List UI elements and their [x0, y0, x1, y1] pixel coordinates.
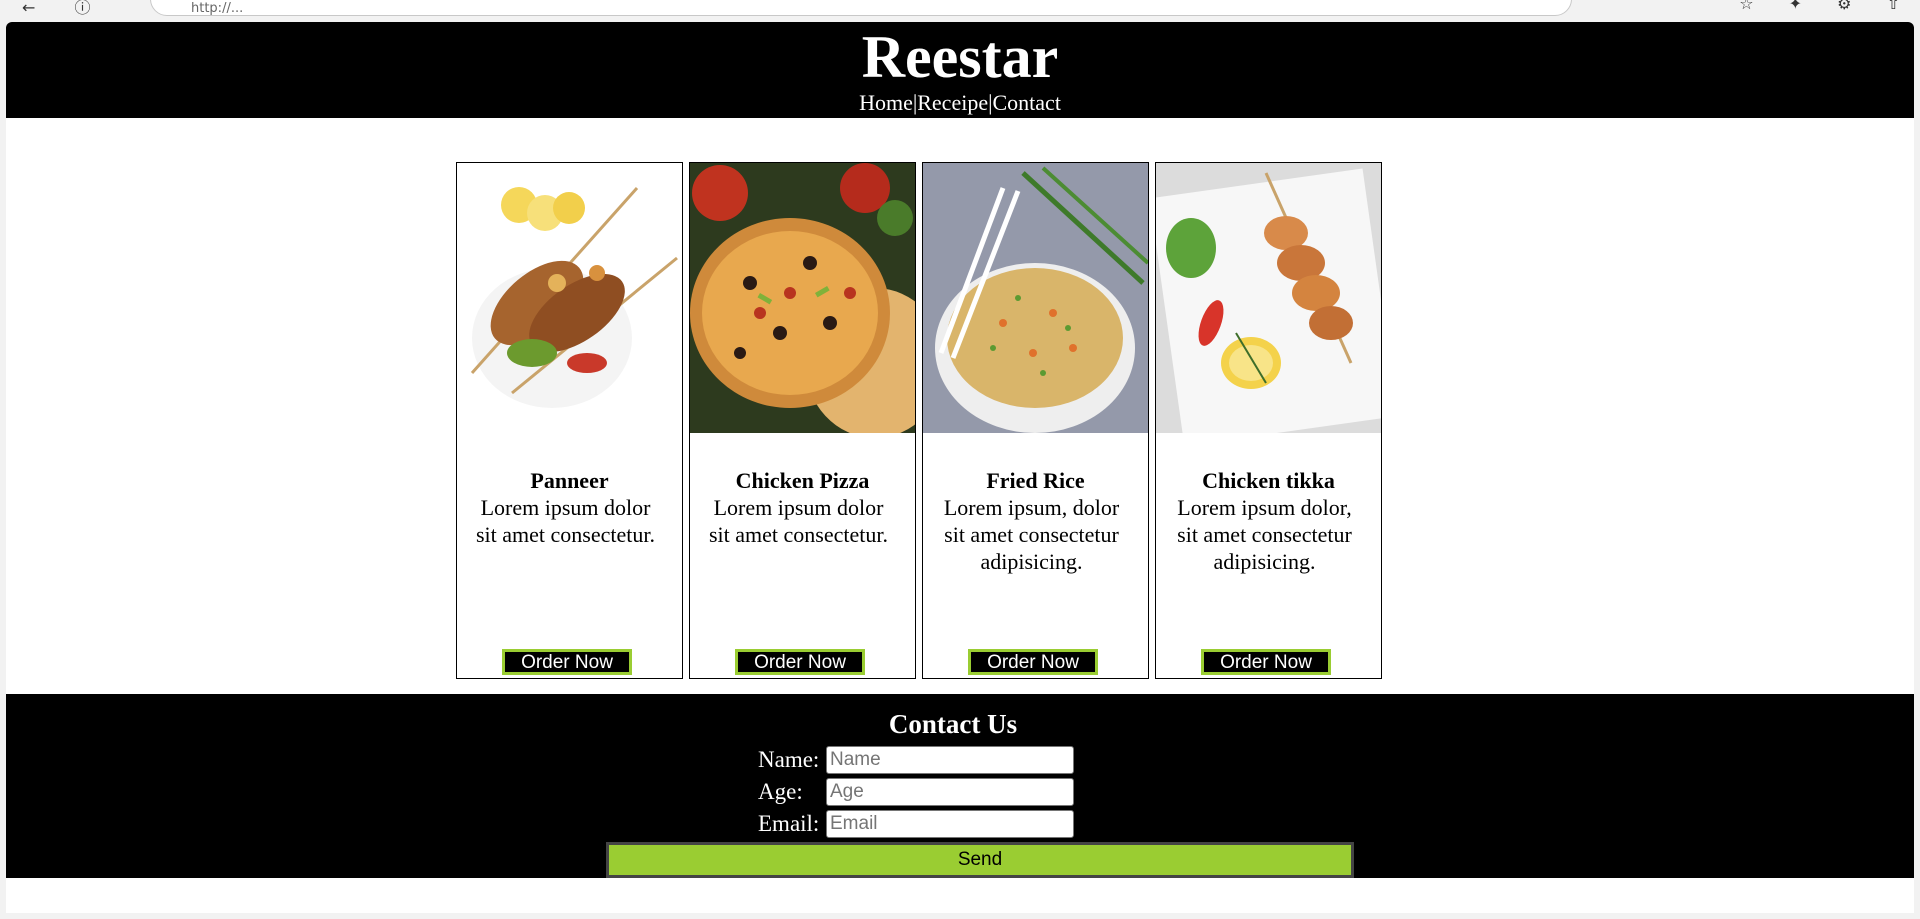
email-input[interactable] [826, 810, 1074, 838]
url-text: http://... [191, 1, 244, 16]
back-icon[interactable]: ← [22, 0, 35, 17]
extension-icon[interactable]: ✦ [1789, 0, 1802, 13]
site-title: Reestar [861, 24, 1059, 90]
pizza-image [690, 163, 915, 433]
order-now-button[interactable]: Order Now [502, 649, 632, 675]
bookmark-icon[interactable]: ☆ [1739, 0, 1753, 13]
browser-toolbar: ← ⓘ http://... ☆ ✦ ⚙ ⇧ [0, 0, 1920, 20]
card-title: Panneer [530, 468, 609, 493]
card-description: Lorem ipsum dolor sit amet consectetur. [476, 495, 655, 547]
info-icon[interactable]: ⓘ [75, 0, 91, 17]
address-bar[interactable]: http://... [150, 0, 1572, 16]
name-input[interactable] [826, 746, 1074, 774]
order-now-button[interactable]: Order Now [968, 649, 1098, 675]
age-input[interactable] [826, 778, 1074, 806]
paneer-skewers-image [457, 163, 682, 433]
email-label: Email: [758, 811, 820, 836]
fried-rice-image [923, 163, 1148, 433]
site-header: Reestar Home|Receipe|Contact [6, 22, 1914, 118]
web-page: Reestar Home|Receipe|Contact Panneer Lor… [6, 22, 1914, 913]
nav-receipe-link[interactable]: Receipe [917, 90, 988, 115]
order-now-button[interactable]: Order Now [1201, 649, 1331, 675]
card-title: Chicken tikka [1202, 468, 1335, 493]
card-title: Fried Rice [986, 468, 1085, 493]
nav-contact-link[interactable]: Contact [993, 90, 1061, 115]
card-description: Lorem ipsum, dolor sit amet consectetur … [943, 495, 1120, 574]
card-description: Lorem ipsum dolor, sit amet consectetur … [1177, 495, 1352, 574]
nav-home-link[interactable]: Home [859, 90, 913, 115]
menu-card: Fried Rice Lorem ipsum, dolor sit amet c… [922, 162, 1149, 679]
age-label: Age: [758, 779, 803, 804]
menu-card: Chicken tikka Lorem ipsum dolor, sit ame… [1155, 162, 1382, 679]
card-description: Lorem ipsum dolor sit amet consectetur. [709, 495, 888, 547]
settings-icon[interactable]: ⚙ [1837, 0, 1851, 13]
share-icon[interactable]: ⇧ [1887, 0, 1900, 13]
card-title: Chicken Pizza [735, 468, 870, 493]
menu-card: Chicken Pizza Lorem ipsum dolor sit amet… [689, 162, 916, 679]
menu-card: Panneer Lorem ipsum dolor sit amet conse… [456, 162, 683, 679]
site-nav: Home|Receipe|Contact [6, 90, 1914, 116]
name-label: Name: [758, 747, 820, 772]
contact-title: Contact Us [888, 709, 1018, 739]
chicken-tikka-image [1156, 163, 1381, 433]
send-button[interactable]: Send [606, 842, 1354, 878]
order-now-button[interactable]: Order Now [735, 649, 865, 675]
page-bottom [6, 878, 1914, 913]
contact-section: Contact Us Name: Age: Email: Send [6, 694, 1914, 878]
